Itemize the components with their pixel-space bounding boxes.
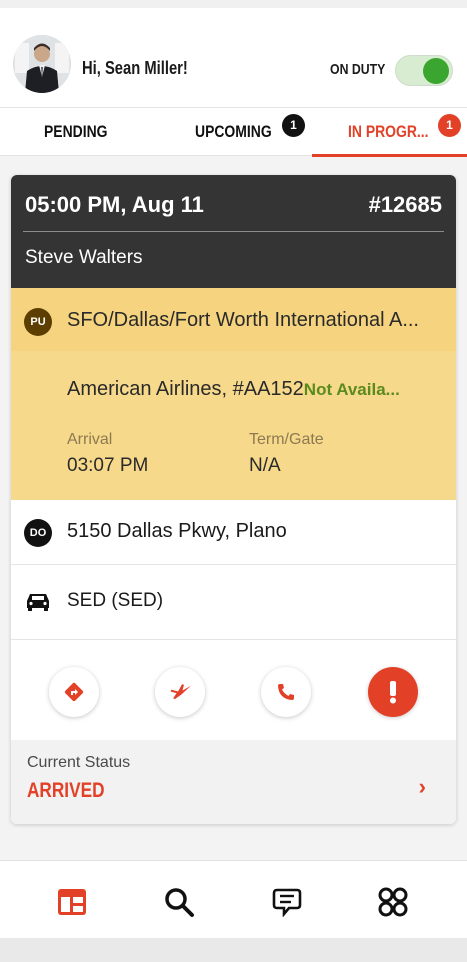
phone-icon: [278, 684, 294, 700]
status-value: ARRIVED: [27, 779, 105, 802]
duty-status-label: ON DUTY: [330, 61, 386, 78]
dropoff-badge: DO: [24, 519, 52, 547]
trip-card-header: 05:00 PM, Aug 11 #12685 Steve Walters: [11, 175, 456, 288]
flight-button[interactable]: [155, 667, 205, 717]
avatar[interactable]: [13, 35, 71, 93]
call-button[interactable]: [261, 667, 311, 717]
directions-icon: [64, 682, 84, 702]
pickup-badge: PU: [24, 308, 52, 336]
car-icon: [25, 592, 51, 617]
dashboard-icon: [58, 889, 86, 915]
on-duty-toggle[interactable]: [395, 55, 453, 86]
tab-upcoming[interactable]: UPCOMING: [195, 122, 272, 142]
header-divider: [23, 231, 444, 232]
current-status-row[interactable]: Current Status ARRIVED ›: [11, 740, 456, 824]
system-home-bar: [0, 938, 467, 962]
chevron-right-icon: ›: [418, 774, 426, 799]
trip-tabs: PENDING UPCOMING 1 IN PROGR... 1: [0, 107, 467, 157]
pickup-section: PU SFO/Dallas/Fort Worth International A…: [11, 288, 456, 500]
pickup-address-row[interactable]: PU SFO/Dallas/Fort Worth International A…: [11, 288, 456, 351]
search-icon: [165, 888, 194, 917]
passenger-name: Steve Walters: [25, 247, 143, 268]
app-header: Hi, Sean Miller! ON DUTY: [0, 0, 467, 107]
gate-label: Term/Gate: [249, 431, 324, 448]
dropoff-address: 5150 Dallas Pkwy, Plano: [67, 520, 287, 542]
flight-icon: [170, 684, 192, 699]
vehicle-type: SED (SED): [67, 590, 164, 611]
nav-apps[interactable]: [376, 885, 410, 919]
alert-icon: [390, 681, 396, 704]
nav-messages[interactable]: [270, 885, 304, 919]
directions-button[interactable]: [49, 667, 99, 717]
arrival-label: Arrival: [67, 431, 113, 448]
trip-actions: [11, 640, 456, 740]
dropoff-row[interactable]: DO 5150 Dallas Pkwy, Plano: [11, 500, 456, 565]
apps-icon: [378, 887, 408, 917]
in-progress-count-badge: 1: [438, 114, 461, 137]
trip-id: #12685: [368, 192, 442, 217]
toggle-knob: [423, 58, 449, 84]
pickup-address: SFO/Dallas/Fort Worth International A...: [67, 309, 419, 331]
nav-dashboard[interactable]: [55, 885, 89, 919]
flight-status: Not Availa...: [303, 380, 400, 399]
status-label: Current Status: [27, 754, 131, 771]
nav-search[interactable]: [162, 885, 196, 919]
flight-info: American Airlines, #AA152Not Availa...: [67, 378, 400, 401]
trip-card[interactable]: 05:00 PM, Aug 11 #12685 Steve Walters PU…: [11, 175, 456, 824]
greeting-text: Hi, Sean Miller!: [82, 58, 188, 78]
arrival-value: 03:07 PM: [67, 455, 149, 476]
flight-number: American Airlines, #AA152: [67, 378, 304, 400]
emergency-button[interactable]: [368, 667, 418, 717]
tab-in-progress[interactable]: IN PROGR...: [348, 122, 429, 142]
active-tab-indicator: [312, 154, 467, 157]
chat-icon: [272, 888, 302, 917]
gate-value: N/A: [249, 455, 281, 476]
tab-pending[interactable]: PENDING: [44, 122, 108, 142]
trip-time: 05:00 PM, Aug 11: [25, 192, 204, 217]
vehicle-row: SED (SED): [11, 565, 456, 640]
upcoming-count-badge: 1: [282, 114, 305, 137]
bottom-navigation: [0, 860, 467, 938]
